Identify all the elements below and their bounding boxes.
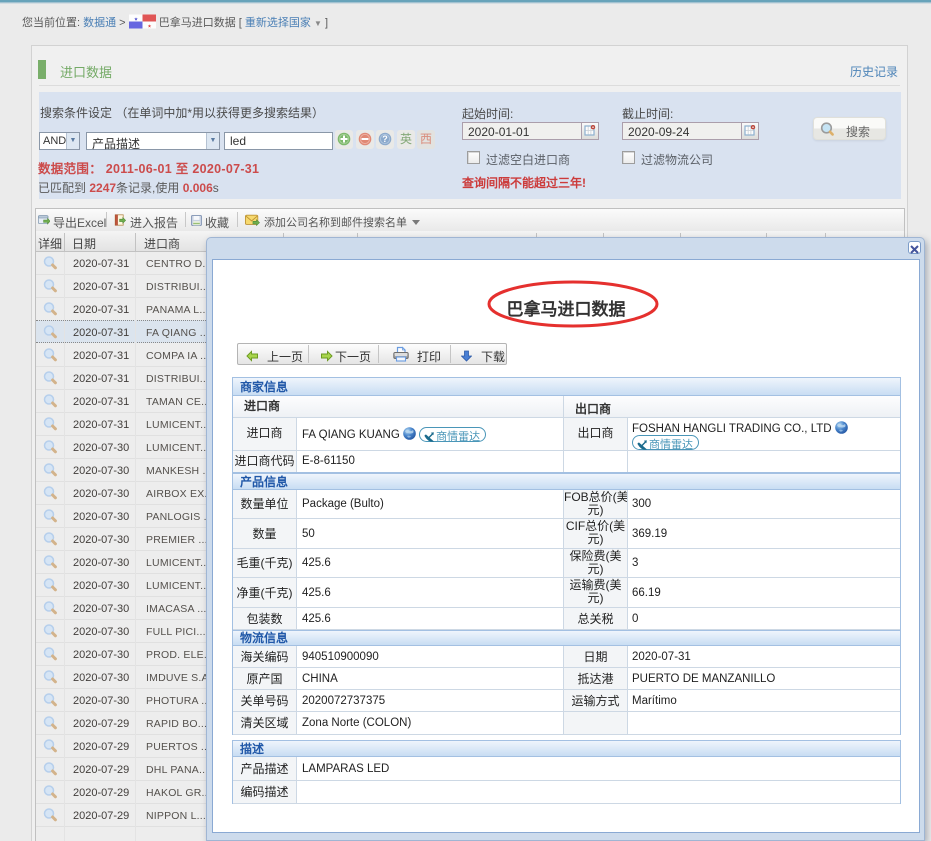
svg-text:?: ? <box>382 134 388 144</box>
